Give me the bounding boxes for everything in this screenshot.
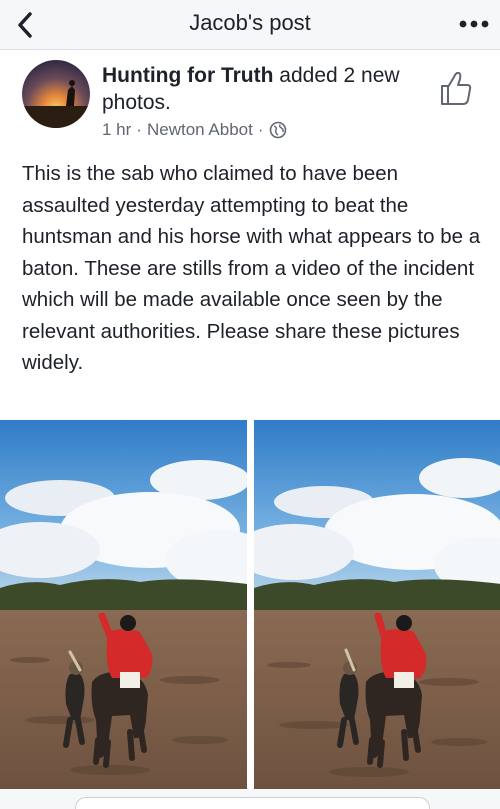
more-horizontal-icon [459,20,489,28]
post-time[interactable]: 1 hr [102,120,131,140]
like-button[interactable] [438,68,474,108]
post-meta: 1 hr · Newton Abbot · [102,120,287,140]
photo-grid [0,420,500,790]
post-card: Hunting for Truth added 2 new photos. 1 … [0,50,500,420]
meta-separator: · [257,120,264,139]
meta-separator: · [136,120,142,139]
thumbs-up-outline-icon [441,71,472,105]
post-location[interactable]: Newton Abbot [147,120,253,140]
globe-icon [269,121,286,139]
post-text: This is the sab who claimed to have been… [22,162,481,374]
photo-1[interactable] [0,420,247,789]
avatar[interactable] [22,60,90,128]
photo-2[interactable] [254,420,500,789]
author-name[interactable]: Hunting for Truth [102,64,273,87]
post-header: Hunting for Truth added 2 new photos. [102,62,420,116]
top-bar: Jacob's post [0,0,500,50]
more-options-button[interactable] [454,12,494,36]
page-title: Jacob's post [189,10,311,35]
comment-input[interactable] [75,797,430,809]
